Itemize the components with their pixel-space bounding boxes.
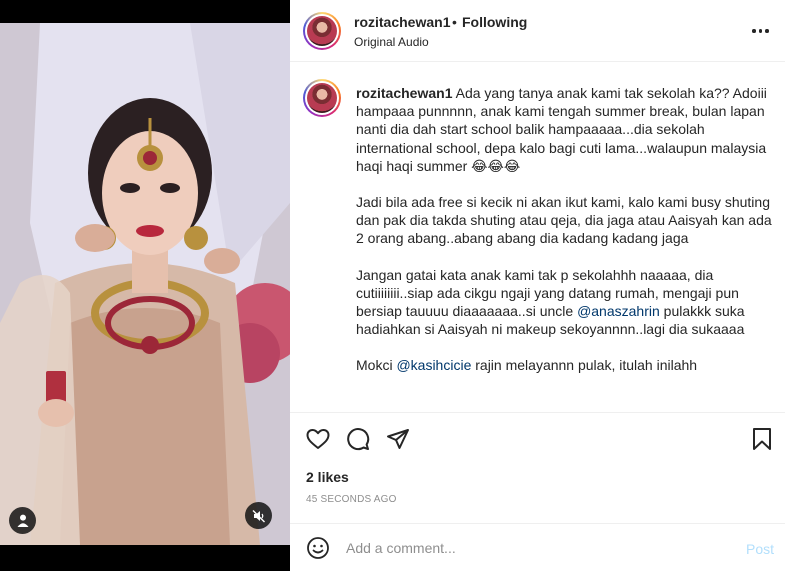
speaker-muted-icon bbox=[252, 509, 265, 522]
post-photo bbox=[0, 23, 290, 545]
avatar[interactable] bbox=[303, 12, 341, 50]
caption-paragraph-2: Jadi bila ada free si kecik ni akan ikut… bbox=[356, 194, 772, 247]
mute-toggle-button[interactable] bbox=[245, 502, 272, 529]
post-timestamp: 45 SECONDS AGO bbox=[306, 494, 397, 505]
caption-paragraph-4-end: rajin melayannn pulak, itulah inilahh bbox=[471, 357, 698, 374]
heart-icon bbox=[306, 429, 330, 449]
save-button[interactable] bbox=[751, 427, 773, 456]
username-link[interactable]: rozitachewan1 bbox=[354, 14, 450, 30]
photo-illustration bbox=[0, 23, 290, 545]
like-button[interactable] bbox=[306, 427, 330, 456]
caption-paragraph-3: Jangan gatai kata anak kami tak p sekola… bbox=[356, 266, 776, 339]
bookmark-icon bbox=[753, 428, 771, 450]
media-letterbox-top bbox=[0, 0, 290, 23]
following-button[interactable]: Following bbox=[462, 14, 527, 30]
mention-link-kasihcicie[interactable]: @kasihcicie bbox=[396, 357, 471, 373]
caption-paragraph-4-start: Mokci bbox=[356, 357, 397, 374]
post-comment-button[interactable]: Post bbox=[746, 541, 774, 557]
share-button[interactable] bbox=[386, 427, 410, 456]
caption-text: rozitachewan1 Ada yang tanya anak kami t… bbox=[356, 84, 776, 393]
user-icon bbox=[17, 514, 28, 527]
likes-count[interactable]: 2 likes bbox=[306, 469, 349, 485]
speech-bubble-icon bbox=[347, 428, 370, 451]
comment-bar: Post bbox=[290, 523, 785, 571]
caption-paragraph-4: Mokci @kasihcicie rajin melayannn pulak,… bbox=[356, 356, 776, 374]
more-options-icon[interactable] bbox=[752, 24, 770, 38]
tagged-users-button[interactable] bbox=[9, 507, 36, 534]
audio-link[interactable]: Original Audio bbox=[354, 35, 429, 49]
media-letterbox-bottom bbox=[0, 545, 290, 571]
post-header: rozitachewan1 • Following Original Audio bbox=[290, 0, 785, 62]
post-media[interactable] bbox=[0, 0, 290, 571]
smiley-icon bbox=[307, 537, 329, 559]
comment-input[interactable] bbox=[346, 534, 726, 562]
caption-area: rozitachewan1 Ada yang tanya anak kami t… bbox=[290, 62, 785, 412]
post-details-panel: rozitachewan1 • Following Original Audio… bbox=[290, 0, 785, 571]
comment-button[interactable] bbox=[346, 427, 370, 456]
caption-paragraph-1: rozitachewan1 Ada yang tanya anak kami t… bbox=[356, 84, 776, 175]
dot-separator: • bbox=[452, 14, 457, 30]
caption-username[interactable]: rozitachewan1 bbox=[356, 85, 452, 101]
paper-plane-icon bbox=[387, 429, 409, 449]
caption-avatar[interactable] bbox=[303, 79, 341, 117]
mention-link-anaszahrin[interactable]: @anaszahrin bbox=[577, 303, 660, 319]
emoji-button[interactable] bbox=[306, 536, 330, 565]
